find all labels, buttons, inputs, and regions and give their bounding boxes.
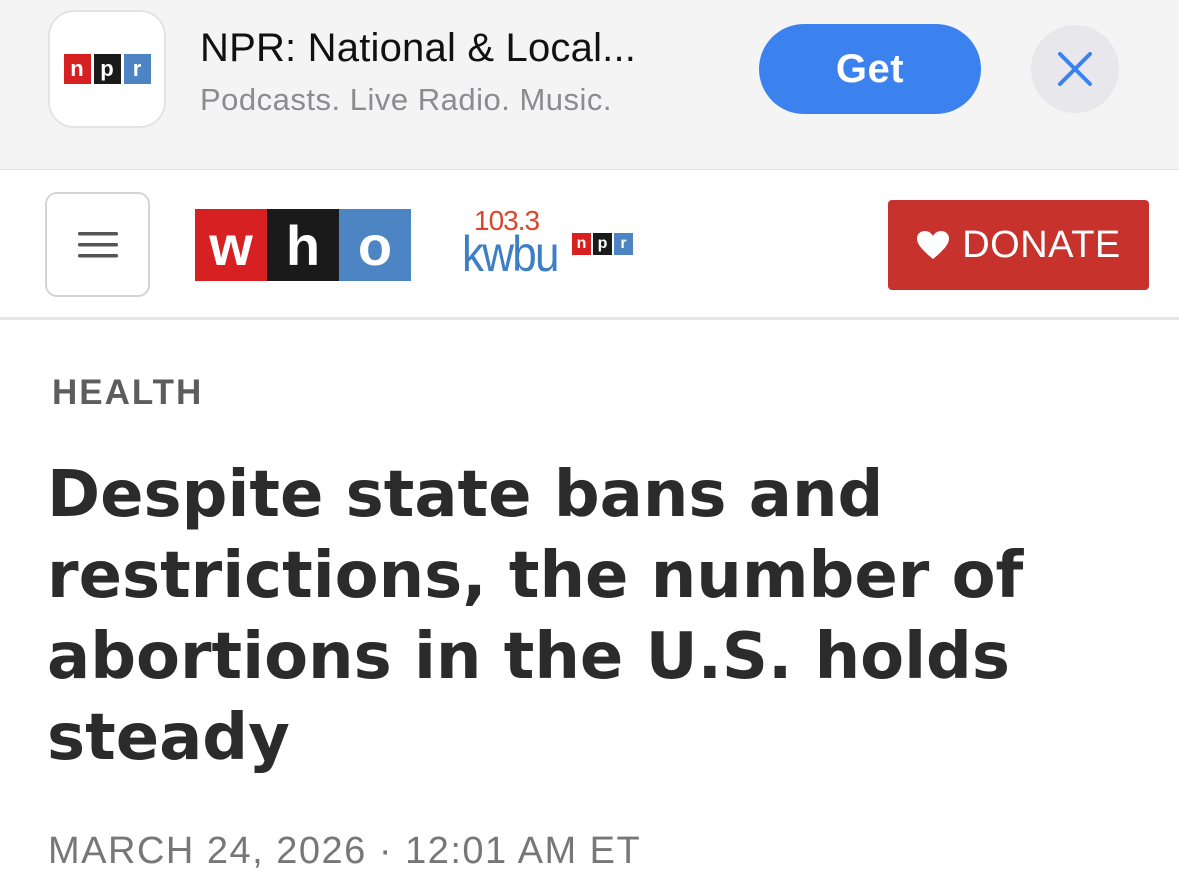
- npr-logo-letter-r: r: [123, 54, 151, 84]
- kwbu-logo[interactable]: 103.3 kwbu n p r: [462, 205, 642, 285]
- npr-logo-letter-n: n: [63, 54, 91, 84]
- article-headline: Despite state bans and restrictions, the…: [47, 458, 1024, 775]
- kwbu-npr-letter-p: p: [593, 233, 612, 255]
- close-icon: [1058, 52, 1092, 86]
- app-store-banner: n p r NPR: National & Local... Podcasts.…: [0, 0, 1179, 170]
- menu-button[interactable]: [45, 192, 150, 297]
- get-app-button[interactable]: Get: [759, 24, 981, 114]
- heart-icon: [917, 231, 950, 259]
- npr-app-icon[interactable]: n p r: [48, 10, 166, 128]
- kwbu-npr-letter-r: r: [614, 233, 633, 255]
- app-subtitle: Podcasts. Live Radio. Music.: [200, 82, 613, 117]
- hamburger-icon: [77, 231, 118, 257]
- article-dateline: MARCH 24, 2026 · 12:01 AM ET: [48, 830, 642, 872]
- donate-button[interactable]: DONATE: [888, 200, 1149, 290]
- kwbu-callsign: kwbu: [462, 226, 559, 282]
- close-banner-button[interactable]: [1031, 25, 1119, 113]
- kwbu-npr-letter-n: n: [572, 233, 591, 255]
- npr-logo-letter-p: p: [93, 54, 121, 84]
- section-label-link[interactable]: HEALTH: [52, 373, 203, 413]
- kwbu-npr-logo: n p r: [572, 233, 633, 255]
- app-title: NPR: National & Local...: [200, 26, 637, 70]
- who-logo-letter-h: h: [267, 209, 339, 281]
- who-logo-letter-o: o: [339, 209, 411, 281]
- site-header: w h o 103.3 kwbu n p r DONATE: [0, 171, 1179, 320]
- donate-label: DONATE: [962, 223, 1121, 266]
- npr-logo: n p r: [63, 54, 151, 84]
- who-logo-letter-w: w: [195, 209, 267, 281]
- who-logo[interactable]: w h o: [195, 209, 411, 281]
